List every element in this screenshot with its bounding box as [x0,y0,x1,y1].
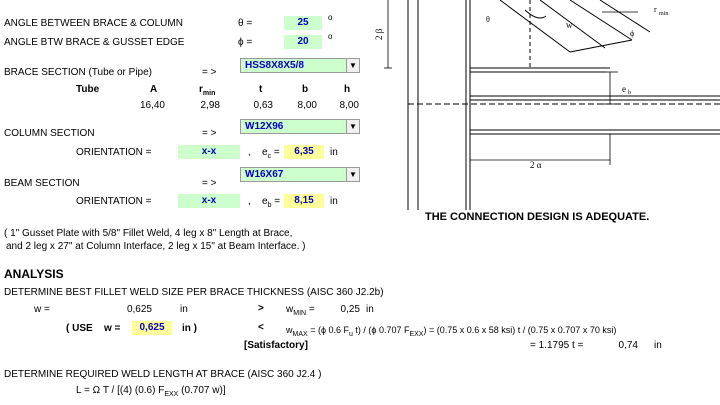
use-w-label: w = [104,323,121,334]
prop-value-rmin: 2,98 [200,100,220,111]
eb-value: 8,15 [284,194,324,208]
beam-shape [408,95,720,135]
w-dim-label: w [566,20,573,30]
two-beta-label: 2 β [374,28,384,40]
beam-orientation-input[interactable]: x-x [178,194,240,208]
wmax-result-label: = 1.1795 t = [530,340,584,351]
ec-value: 6,35 [284,145,324,159]
comma: , [248,147,251,158]
ec-unit: in [330,147,338,158]
use-label: ( USE [66,323,93,334]
beam-section-label: BEAM SECTION [4,178,80,189]
weld-length-formula: L = Ω T / [(4) (0.6) FEXX (0.707 w)] [76,385,226,398]
wmax-unit: in [654,340,662,351]
summary-line-1: ( 1" Gusset Plate with 5/8" Fillet Weld,… [4,228,293,239]
beam-orientation-label: ORIENTATION = [76,196,152,207]
weld-size-heading: DETERMINE BEST FILLET WELD SIZE PER BRAC… [4,287,384,298]
column-arrow: = > [202,128,217,139]
use-w-value: 0,625 [132,321,172,335]
prop-value-h: 8,00 [339,100,359,111]
summary-line-2: and 2 leg x 27" at Column Interface, 2 l… [6,241,306,252]
chevron-down-icon[interactable]: ▼ [346,120,359,133]
phi-symbol: ϕ = [238,37,253,48]
beam-arrow: = > [202,178,217,189]
prop-header-t: t [259,84,263,95]
comma: , [248,196,251,207]
column-section-value: W12X96 [245,121,284,132]
w-value: 0,625 [126,304,152,315]
brace-section-label: BRACE SECTION (Tube or Pipe) [4,67,153,78]
prop-header-a: A [150,84,158,95]
column-orientation-input[interactable]: x-x [178,145,240,159]
column-shape [407,0,471,210]
phi-label: ANGLE BTW BRACE & GUSSET EDGE [4,37,185,48]
phi-input[interactable]: 20 [284,35,322,49]
column-section-dropdown[interactable]: W12X96 ▼ [240,119,360,134]
two-alpha-label: 2 α [530,160,542,170]
connection-diagram: 2 β 2 α e b w θ ϕ r min [374,0,720,210]
theta-degree: o [328,13,333,22]
prop-value-a: 16,40 [139,100,165,111]
prop-value-b: 8,00 [297,100,317,111]
theta-angle-label: θ [486,15,490,24]
chevron-down-icon[interactable]: ▼ [346,168,359,181]
theta-input[interactable]: 25 [284,16,322,30]
wmin-label: wMIN = [286,304,315,317]
eb-unit: in [330,196,338,207]
rmin-label: r [654,5,657,14]
adequacy-result: THE CONNECTION DESIGN IS ADEQUATE. [425,211,650,223]
brace-shape [499,0,651,70]
satisfactory-status: [Satisfactory] [244,340,308,351]
prop-value-t: 0,63 [253,100,273,111]
theta-symbol: θ = [238,18,253,29]
eb-label: eb = [262,196,281,209]
beam-section-dropdown[interactable]: W16X67 ▼ [240,167,360,182]
phi-angle-label: ϕ [630,29,634,38]
greater-than: > [258,303,264,314]
wmin-value: 0,25 [340,304,360,315]
analysis-title: ANALYSIS [4,267,64,281]
dimension-lines [384,0,638,165]
beam-section-value: W16X67 [245,169,284,180]
chevron-down-icon[interactable]: ▼ [346,59,359,72]
theta-label: ANGLE BETWEEN BRACE & COLUMN [4,18,183,29]
eb-dim-label: e [622,84,626,94]
column-section-label: COLUMN SECTION [4,128,95,139]
column-orientation-label: ORIENTATION = [76,147,152,158]
prop-header-b: b [302,84,309,95]
wmax-formula: wMAX = (ϕ 0.6 Fu t) / (ϕ 0.707 FEXX) = (… [286,325,617,338]
rmin-sub: min [659,11,668,17]
prop-header-rmin: rmin [199,84,216,97]
phi-degree: o [328,32,333,41]
brace-section-dropdown[interactable]: HSS8X8X5/8 ▼ [240,58,360,73]
brace-section-value: HSS8X8X5/8 [245,60,304,71]
prop-header-h: h [344,84,351,95]
weld-length-heading: DETERMINE REQUIRED WELD LENGTH AT BRACE … [4,369,322,380]
eb-dim-sub: b [628,90,631,96]
wmax-value: 0,74 [618,340,638,351]
wmin-unit: in [366,304,374,315]
brace-arrow: = > [202,67,217,78]
tube-label: Tube [76,84,100,95]
use-unit: in ) [182,323,197,334]
ec-label: ec = [262,147,280,160]
less-than: < [258,322,264,333]
w-label: w = [34,304,50,315]
w-unit: in [180,304,188,315]
